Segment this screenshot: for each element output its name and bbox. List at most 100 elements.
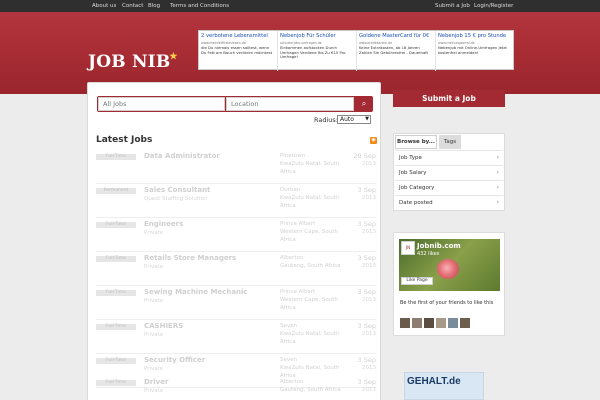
- location-input[interactable]: [226, 97, 354, 111]
- job-year: 2013: [362, 365, 376, 371]
- job-country: Africa: [280, 203, 296, 209]
- job-title[interactable]: Engineers: [144, 220, 183, 228]
- job-company[interactable]: Quest Staffing Solution: [144, 196, 207, 202]
- job-region: KwaZulu Natal, South: [280, 365, 340, 371]
- chevron-down-icon: ▼: [365, 116, 369, 122]
- ad-title: Nebenjob 15 € pro Stunde: [438, 33, 507, 39]
- jobnib-logo-icon[interactable]: JN: [401, 241, 415, 255]
- facebook-cover: JN Jobnib.com 432 likes Like Page: [399, 239, 500, 291]
- avatar[interactable]: [436, 318, 446, 328]
- job-year: 2013: [362, 331, 376, 337]
- job-date: 3 Sep: [357, 378, 376, 386]
- job-row[interactable]: Permanent Sales Consultant Quest Staffin…: [96, 185, 376, 218]
- job-type-badge: Full-Time: [96, 256, 136, 262]
- job-row[interactable]: Full-Time Sewing Machine Mechanic Privat…: [96, 287, 376, 320]
- job-title[interactable]: CASHIERS: [144, 322, 183, 330]
- tab-browse-by[interactable]: Browse by...: [395, 135, 437, 149]
- facebook-likes: 432 likes: [417, 251, 440, 257]
- job-type-badge: Full-Time: [96, 154, 136, 160]
- chevron-right-icon: ›: [496, 184, 499, 191]
- job-city: Seven: [280, 323, 297, 329]
- job-country: Africa: [280, 237, 296, 243]
- submit-job-button[interactable]: Submit a Job: [393, 90, 505, 107]
- ad-desc: die Du niemals essen solltest, wenn Du F…: [201, 45, 273, 55]
- radius-value: Auto: [340, 116, 354, 123]
- gehalt-ad[interactable]: GEHALT.de: [404, 372, 484, 400]
- brand-logo[interactable]: JOB NIB★: [88, 52, 179, 72]
- job-type-badge: Full-Time: [96, 290, 136, 296]
- star-icon: ★: [169, 52, 178, 62]
- search-icon: ⌕: [361, 99, 367, 108]
- main-content: ⌕ Radius: Auto ▼ Latest Jobs ◉ Full-Time…: [87, 82, 381, 400]
- job-city: Alberton: [280, 255, 304, 261]
- job-row[interactable]: Full-Time CASHIERS Private Seven KwaZulu…: [96, 321, 376, 354]
- filter-label: Job Category: [399, 185, 435, 191]
- filter-date-posted[interactable]: Date posted ›: [395, 195, 503, 209]
- facebook-page-name[interactable]: Jobnib.com: [417, 242, 461, 250]
- nav-contact[interactable]: Contact: [122, 3, 143, 9]
- nav-submit-job[interactable]: Submit a Job: [435, 3, 470, 9]
- facebook-like-box: JN Jobnib.com 432 likes Like Page Be the…: [393, 232, 505, 336]
- job-date: 3 Sep: [357, 288, 376, 296]
- job-title[interactable]: Sales Consultant: [144, 186, 210, 194]
- job-region: Gauteng, South Africa: [280, 263, 341, 269]
- like-page-button[interactable]: Like Page: [401, 277, 433, 285]
- job-row[interactable]: Full-Time Driver Private Alberton Gauten…: [96, 377, 376, 400]
- tab-tags[interactable]: Tags: [439, 135, 461, 149]
- filter-label: Date posted: [399, 200, 433, 206]
- job-title[interactable]: Sewing Machine Mechanic: [144, 288, 248, 296]
- jobs-search-input[interactable]: [98, 97, 225, 111]
- ad-title: 2 verbotene Lebensmittel: [201, 33, 268, 39]
- filter-label: Job Type: [399, 155, 422, 161]
- job-company: Private: [144, 298, 164, 304]
- job-date: 3 Sep: [357, 254, 376, 262]
- avatar[interactable]: [412, 318, 422, 328]
- job-city: Prince Albert: [280, 289, 316, 295]
- chevron-right-icon: ›: [496, 199, 499, 206]
- brand-name: JOB NIB: [88, 52, 171, 72]
- job-title[interactable]: Retails Store Managers: [144, 254, 236, 262]
- job-company: Private: [144, 366, 164, 372]
- job-row[interactable]: Full-Time Retails Store Managers Private…: [96, 253, 376, 286]
- job-year: 2013: [362, 263, 376, 269]
- ad-item[interactable]: Goldene MasterCard für 0€ www.kreditkart…: [357, 31, 436, 71]
- avatar[interactable]: [460, 318, 470, 328]
- job-city: Prince Albert: [280, 221, 316, 227]
- job-row[interactable]: Full-Time Engineers Private Prince Alber…: [96, 219, 376, 252]
- filter-job-type[interactable]: Job Type ›: [395, 150, 503, 164]
- job-title[interactable]: Data Administrator: [144, 152, 220, 160]
- ad-desc: Keine Extrakosten, ab 18 Jahren Zahlen S…: [359, 45, 429, 55]
- ad-banner: 2 verbotene Lebensmittel www.meinfettfre…: [198, 30, 515, 71]
- job-year: 2013: [362, 229, 376, 235]
- ad-item[interactable]: Nebenjob 15 € pro Stunde www.meinungsort…: [436, 31, 515, 71]
- nav-login-register[interactable]: Login/Register: [474, 3, 513, 9]
- job-date: 29 Sep: [353, 152, 376, 160]
- job-region: KwaZulu Natal, South: [280, 331, 340, 337]
- nav-blog[interactable]: Blog: [148, 3, 160, 9]
- ad-item[interactable]: 2 verbotene Lebensmittel www.meinfettfre…: [199, 31, 278, 71]
- filter-job-salary[interactable]: Job Salary ›: [395, 165, 503, 179]
- rss-icon[interactable]: ◉: [370, 137, 377, 144]
- job-title[interactable]: Driver: [144, 378, 168, 386]
- filter-job-category[interactable]: Job Category ›: [395, 180, 503, 194]
- gehalt-ad-text: GEHALT.de: [407, 376, 461, 387]
- top-bar: About us Contact Blog Terms and Conditio…: [0, 0, 600, 12]
- job-date: 3 Sep: [357, 322, 376, 330]
- avatar[interactable]: [400, 318, 410, 328]
- search-button[interactable]: ⌕: [356, 97, 372, 111]
- job-date: 3 Sep: [357, 356, 376, 364]
- job-row[interactable]: Full-Time Data Administrator Pinetown Kw…: [96, 151, 376, 184]
- radius-label: Radius:: [314, 116, 338, 124]
- job-company: Private: [144, 264, 164, 270]
- filter-label: Job Salary: [399, 170, 427, 176]
- job-title[interactable]: Security Officer: [144, 356, 205, 364]
- ad-desc: Nebenjob mit Online-Umfragen Jetzt koste…: [438, 45, 507, 55]
- job-type-badge: Permanent: [96, 188, 136, 194]
- nav-about-us[interactable]: About us: [92, 3, 116, 9]
- avatar[interactable]: [424, 318, 434, 328]
- nav-terms[interactable]: Terms and Conditions: [170, 3, 229, 9]
- avatar[interactable]: [448, 318, 458, 328]
- ad-item[interactable]: Nebenjob Für Schüler schuelerjobs.umfrag…: [278, 31, 357, 71]
- radius-select[interactable]: Auto ▼: [337, 115, 371, 124]
- chevron-right-icon: ›: [496, 154, 499, 161]
